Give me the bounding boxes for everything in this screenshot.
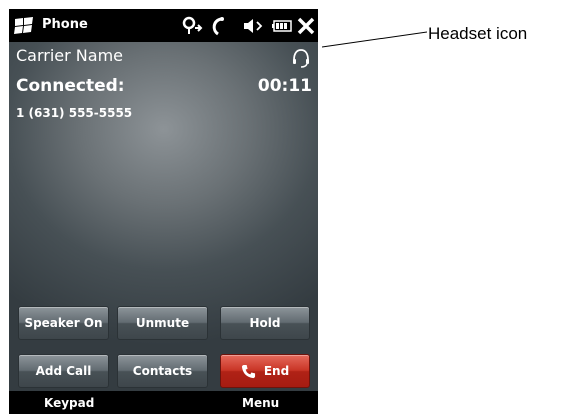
speaker-on-label: Speaker On	[24, 316, 103, 330]
phone-number: 1 (631) 555-5555	[16, 106, 133, 120]
callout-leader-line	[322, 31, 427, 48]
headset-icon	[293, 49, 309, 68]
unmute-button[interactable]: Unmute	[117, 306, 208, 340]
add-call-label: Add Call	[35, 364, 92, 378]
phone-device: Phone Carrier Name Connected: 00:11 1 (6…	[9, 9, 318, 414]
status-bar: Phone	[9, 9, 318, 42]
hold-button[interactable]: Hold	[220, 306, 310, 340]
battery-icon[interactable]	[271, 16, 293, 36]
phone-handset-icon	[241, 364, 255, 378]
call-status: Connected:	[16, 76, 125, 96]
softkey-menu[interactable]: Menu	[242, 396, 279, 410]
softkey-bar: Keypad Menu	[9, 391, 318, 414]
carrier-name: Carrier Name	[16, 46, 124, 65]
softkey-keypad[interactable]: Keypad	[44, 396, 94, 410]
contacts-button[interactable]: Contacts	[117, 354, 208, 388]
end-call-button[interactable]: End	[220, 354, 310, 388]
end-label: End	[263, 364, 290, 378]
add-call-button[interactable]: Add Call	[18, 354, 109, 388]
unmute-label: Unmute	[135, 316, 190, 330]
contacts-label: Contacts	[132, 364, 193, 378]
start-flag-icon[interactable]	[13, 17, 35, 35]
speaker-on-button[interactable]: Speaker On	[18, 306, 109, 340]
call-timer: 00:11	[257, 76, 312, 96]
call-screen: Carrier Name Connected: 00:11 1 (631) 55…	[9, 42, 318, 391]
location-icon[interactable]	[181, 16, 203, 36]
close-icon[interactable]	[297, 16, 315, 36]
speaker-volume-icon[interactable]	[242, 16, 264, 36]
headset-icon-callout: Headset icon	[428, 24, 528, 43]
hold-label: Hold	[249, 316, 281, 330]
app-title: Phone	[42, 17, 88, 32]
call-signal-icon[interactable]	[209, 16, 227, 36]
